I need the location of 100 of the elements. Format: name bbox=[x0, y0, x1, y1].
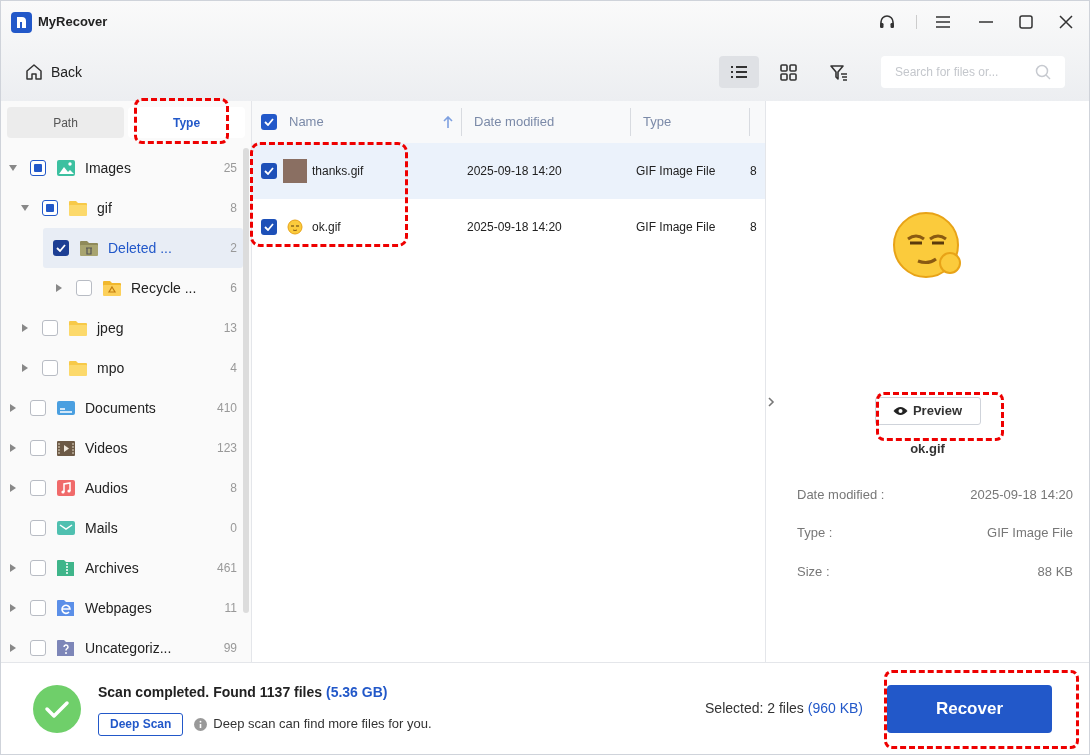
tree-item[interactable]: Documents 410 bbox=[1, 388, 243, 428]
item-count: 123 bbox=[216, 440, 237, 457]
document-icon bbox=[56, 398, 76, 418]
grid-view-icon bbox=[779, 62, 799, 82]
table-cell-text: GIF Image File bbox=[635, 219, 717, 236]
tree-item[interactable]: Deleted ... 2 bbox=[43, 228, 243, 268]
detail-value: 2025-09-18 14:20 bbox=[970, 485, 1073, 504]
collapse-caret-icon[interactable] bbox=[10, 644, 16, 652]
filter-icon bbox=[829, 62, 849, 82]
item-count: 8 bbox=[230, 480, 237, 497]
music-icon bbox=[56, 478, 76, 498]
folder-icon bbox=[68, 358, 88, 378]
checkbox[interactable] bbox=[42, 360, 58, 376]
tree-item-label: Mails bbox=[85, 518, 119, 538]
recycle-folder-icon bbox=[102, 278, 122, 298]
folder-icon bbox=[68, 318, 88, 338]
headset-icon[interactable] bbox=[878, 13, 896, 31]
collapse-caret-icon[interactable] bbox=[22, 324, 28, 332]
checkbox[interactable] bbox=[30, 560, 46, 576]
maximize-icon[interactable] bbox=[1019, 15, 1033, 29]
tab[interactable]: Type bbox=[128, 107, 245, 138]
tree-item-label: Archives bbox=[85, 558, 140, 578]
preview-button[interactable]: Preview bbox=[874, 397, 981, 425]
item-count: 4 bbox=[230, 360, 237, 377]
collapse-caret-icon[interactable] bbox=[10, 564, 16, 572]
collapse-caret-icon[interactable] bbox=[10, 484, 16, 492]
expand-caret-icon[interactable] bbox=[9, 165, 17, 171]
checkbox[interactable] bbox=[30, 400, 46, 416]
checkbox[interactable] bbox=[76, 280, 92, 296]
close-icon[interactable] bbox=[1059, 15, 1073, 29]
question-icon bbox=[56, 638, 76, 658]
scrollbar-thumb[interactable] bbox=[243, 148, 249, 613]
table-cell-text: 8 bbox=[750, 163, 757, 180]
collapse-caret-icon[interactable] bbox=[10, 444, 16, 452]
tree-item[interactable]: Images 25 bbox=[1, 148, 243, 188]
deep-scan-button[interactable]: Deep Scan bbox=[98, 712, 184, 736]
checkbox[interactable] bbox=[30, 600, 46, 616]
table-cell-text: GIF Image File bbox=[635, 163, 717, 180]
checkbox[interactable] bbox=[30, 640, 46, 656]
trash-folder-icon bbox=[79, 238, 99, 258]
checkbox[interactable] bbox=[30, 440, 46, 456]
tree-item-label: mpo bbox=[97, 358, 126, 378]
tree-item[interactable]: Uncategoriz... 99 bbox=[1, 628, 243, 668]
collapse-caret-icon[interactable] bbox=[56, 284, 62, 292]
expand-chevron-icon[interactable] bbox=[768, 397, 775, 407]
tree-item-label: Webpages bbox=[85, 598, 153, 618]
sort-arrow-icon[interactable] bbox=[443, 116, 453, 128]
checkbox[interactable] bbox=[261, 219, 277, 235]
checkbox[interactable] bbox=[261, 163, 277, 179]
tree-item[interactable]: Videos 123 bbox=[1, 428, 243, 468]
emoji-thumbnail bbox=[287, 219, 303, 235]
checkbox[interactable] bbox=[30, 520, 46, 536]
tree-item[interactable]: Mails 0 bbox=[1, 508, 243, 548]
item-count: 2 bbox=[230, 240, 237, 257]
collapse-caret-icon[interactable] bbox=[22, 364, 28, 372]
collapse-caret-icon[interactable] bbox=[10, 604, 16, 612]
tree-item-label: Audios bbox=[85, 478, 129, 498]
checkbox[interactable] bbox=[30, 480, 46, 496]
eye-icon bbox=[892, 406, 908, 416]
folder-icon bbox=[68, 198, 88, 218]
file-name: thanks.gif bbox=[312, 163, 364, 180]
item-count: 13 bbox=[223, 320, 237, 337]
item-count: 8 bbox=[230, 200, 237, 217]
tree-item[interactable]: Archives 461 bbox=[1, 548, 243, 588]
list-view-button[interactable] bbox=[719, 56, 759, 88]
file-row[interactable]: thanks.gif 2025-09-18 14:20 GIF Image File 8 bbox=[252, 143, 765, 199]
checkbox[interactable] bbox=[42, 200, 58, 216]
table-cell-text: 2025-09-18 14:20 bbox=[466, 163, 563, 180]
table-cell-text: 8 bbox=[750, 219, 757, 236]
tree-item[interactable]: Audios 8 bbox=[1, 468, 243, 508]
mail-icon bbox=[56, 518, 76, 538]
tree-item-label: jpeg bbox=[97, 318, 125, 338]
search-field[interactable]: Search for files or... bbox=[881, 56, 1065, 88]
checkbox[interactable] bbox=[30, 160, 46, 176]
item-count: 25 bbox=[223, 160, 237, 177]
detail-label: Date modified : bbox=[797, 485, 885, 504]
menu-icon[interactable] bbox=[935, 15, 951, 29]
check-icon bbox=[264, 223, 274, 231]
tree-item[interactable]: jpeg 13 bbox=[1, 308, 243, 348]
success-check-icon bbox=[33, 684, 81, 733]
checkbox[interactable] bbox=[42, 320, 58, 336]
check-icon bbox=[56, 244, 66, 252]
preview-file-name: ok.gif bbox=[910, 440, 945, 458]
tab[interactable]: Path bbox=[7, 107, 124, 138]
collapse-caret-icon[interactable] bbox=[10, 404, 16, 412]
file-name: ok.gif bbox=[312, 219, 341, 236]
tree-item[interactable]: mpo 4 bbox=[1, 348, 243, 388]
search-icon bbox=[1035, 64, 1051, 80]
detail-label: Size : bbox=[797, 562, 830, 581]
tree-item[interactable]: Webpages 11 bbox=[1, 588, 243, 628]
checkbox[interactable] bbox=[53, 240, 69, 256]
back-button[interactable]: Back bbox=[25, 61, 83, 83]
info-icon bbox=[194, 717, 208, 731]
tree-item-label: gif bbox=[97, 198, 113, 218]
tree-item[interactable]: gif 8 bbox=[1, 188, 243, 228]
recover-button[interactable]: Recover bbox=[887, 684, 1052, 733]
tree-item[interactable]: Recycle ... 6 bbox=[43, 268, 243, 308]
expand-caret-icon[interactable] bbox=[21, 205, 29, 211]
select-all-checkbox[interactable] bbox=[261, 114, 277, 130]
tree-item-label: Documents bbox=[85, 398, 157, 418]
